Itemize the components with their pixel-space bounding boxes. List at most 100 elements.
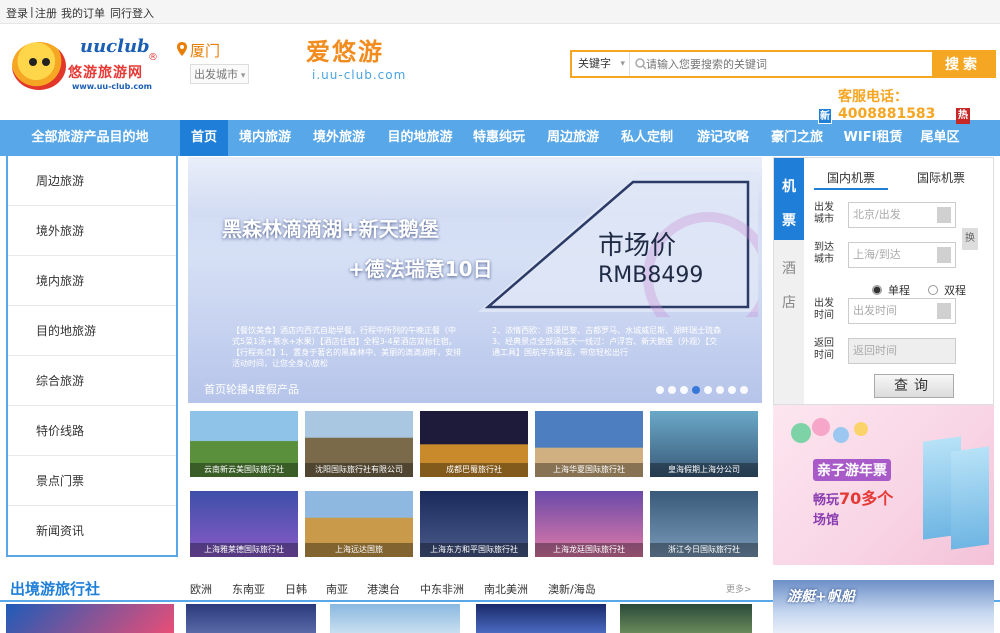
one-way-radio[interactable]: 单程: [872, 282, 910, 298]
carousel-dot[interactable]: [740, 386, 748, 394]
family-pass-ad[interactable]: 亲子游年票 畅玩70多个 场馆: [773, 405, 994, 565]
tab-international-flight[interactable]: 国际机票: [904, 166, 978, 190]
login-link[interactable]: 登录: [6, 5, 28, 21]
site-logo[interactable]: uuclub 悠游旅游网 ® www.uu-club.com: [12, 36, 160, 96]
calendar-icon[interactable]: [937, 303, 951, 319]
swap-cities-button[interactable]: 换: [962, 228, 978, 250]
agency-tile[interactable]: 上海东方和平国际旅行社: [420, 491, 528, 557]
tab-hotel-char-2: 店: [782, 295, 796, 311]
banner-price: RMB8499: [598, 263, 704, 288]
section-image[interactable]: [186, 604, 316, 633]
hot-badge: 热: [956, 108, 970, 124]
section-image[interactable]: [476, 604, 606, 633]
city-list-icon[interactable]: [937, 207, 951, 223]
flight-search-button[interactable]: 查询: [874, 374, 954, 398]
round-trip-radio[interactable]: 双程: [928, 282, 966, 298]
section-tab-middle-east-africa[interactable]: 中东非洲: [420, 581, 464, 597]
agency-tile[interactable]: 云南新云美国际旅行社: [190, 411, 298, 477]
carousel-dot[interactable]: [656, 386, 664, 394]
agency-tile[interactable]: 上海雅莱德国际旅行社: [190, 491, 298, 557]
search-bar: 关键字 ▾ 搜索: [570, 50, 996, 78]
carousel-dot[interactable]: [668, 386, 676, 394]
section-image[interactable]: [620, 604, 752, 633]
companion-login-link[interactable]: 同行登入: [110, 5, 154, 21]
booking-type-tabs: 机票 酒店: [774, 158, 804, 404]
agency-tile[interactable]: 浙江今日国际旅行社: [650, 491, 758, 557]
return-time-label: 返回时间: [814, 338, 834, 361]
carousel-dot[interactable]: [728, 386, 736, 394]
current-city[interactable]: 厦门: [190, 40, 220, 61]
header: uuclub 悠游旅游网 ® www.uu-club.com 厦门 出发城市 ▾…: [0, 24, 1000, 122]
carousel-dot-active[interactable]: [692, 386, 700, 394]
nav-item-custom[interactable]: 私人定制: [614, 120, 680, 156]
agency-tile[interactable]: 上海远达国旅: [305, 491, 413, 557]
tile-caption: 浙江今日国际旅行社: [650, 543, 758, 557]
one-way-label: 单程: [888, 284, 910, 297]
search-button[interactable]: 搜索: [932, 52, 994, 76]
section-tab-europe[interactable]: 欧洲: [190, 581, 212, 597]
section-tab-hk-macau-tw[interactable]: 港澳台: [367, 581, 400, 597]
search-type-select[interactable]: 关键字 ▾: [572, 52, 630, 76]
tile-caption: 上海华夏国际旅行社: [535, 463, 643, 477]
tab-flight[interactable]: 机票: [774, 158, 804, 240]
tile-caption: 皇海假期上海分公司: [650, 463, 758, 477]
sidebar-item-special-routes[interactable]: 特价线路: [8, 406, 176, 456]
nav-item-luxury[interactable]: 豪门之旅 新: [764, 108, 832, 156]
depart-time-label: 出发时间: [814, 298, 834, 321]
sidebar-item-outbound[interactable]: 境外旅游: [8, 206, 176, 256]
nav-item-nearby[interactable]: 周边旅游: [540, 120, 606, 156]
brand-url: i.uu-club.com: [312, 68, 407, 82]
section-tab-japan-korea[interactable]: 日韩: [285, 581, 307, 597]
section-more-link[interactable]: 更多>: [726, 582, 752, 595]
city-list-icon[interactable]: [937, 247, 951, 263]
nav-item-outbound[interactable]: 境外旅游: [306, 120, 372, 156]
nav-all-products[interactable]: 全部旅游产品目的地: [0, 120, 180, 156]
tab-hotel-char-1: 酒: [782, 261, 796, 277]
my-orders-link[interactable]: 我的订单: [61, 5, 105, 21]
sidebar-item-tickets[interactable]: 景点门票: [8, 456, 176, 506]
tile-caption: 沈阳国际旅行社有限公司: [305, 463, 413, 477]
agency-tile[interactable]: 上海龙廷国际旅行社: [535, 491, 643, 557]
nav-item-domestic[interactable]: 境内旅游: [232, 120, 298, 156]
agency-tile[interactable]: 皇海假期上海分公司: [650, 411, 758, 477]
sidebar-item-general[interactable]: 综合旅游: [8, 356, 176, 406]
radio-checked-icon: [872, 285, 882, 295]
section-tab-oceania-islands[interactable]: 澳新/海岛: [548, 581, 596, 597]
depart-time-input[interactable]: 出发时间: [848, 298, 956, 324]
sidebar-item-nearby[interactable]: 周边旅游: [8, 156, 176, 206]
yacht-ad[interactable]: 游艇+帆船: [773, 580, 994, 633]
nav-item-guides[interactable]: 游记攻略: [690, 120, 756, 156]
return-time-input[interactable]: 返回时间: [848, 338, 956, 364]
sidebar-item-domestic[interactable]: 境内旅游: [8, 256, 176, 306]
section-tab-south-asia[interactable]: 南亚: [326, 581, 348, 597]
carousel-dot[interactable]: [680, 386, 688, 394]
register-link[interactable]: 注册: [35, 5, 57, 21]
section-title: 出境游旅行社: [10, 580, 101, 598]
tab-hotel[interactable]: 酒店: [774, 240, 804, 322]
sidebar-item-news[interactable]: 新闻资讯: [8, 506, 176, 556]
section-image[interactable]: [330, 604, 460, 633]
banner-price-label: 市场价: [598, 231, 677, 261]
tab-domestic-flight[interactable]: 国内机票: [814, 166, 888, 190]
city-select[interactable]: 出发城市 ▾: [190, 64, 250, 84]
banner-description-left: 【餐饮美食】酒店内西式自助早餐，行程中所列的午晚正餐（中 式5菜1汤+茶水+水果…: [232, 326, 462, 368]
agency-tile[interactable]: 沈阳国际旅行社有限公司: [305, 411, 413, 477]
section-tab-southeast-asia[interactable]: 东南亚: [232, 581, 265, 597]
nav-item-home[interactable]: 首页: [180, 120, 228, 156]
topbar-separator: |: [30, 5, 34, 18]
carousel-dot[interactable]: [716, 386, 724, 394]
hero-banner[interactable]: 黑森林滴滴湖+新天鹅堡 +德法瑞意10日 市场价 RMB8499 【餐饮美食】酒…: [188, 157, 762, 403]
depart-city-input[interactable]: 北京/出发: [848, 202, 956, 228]
section-promo-image[interactable]: [6, 604, 174, 633]
section-tab-americas[interactable]: 南北美洲: [484, 581, 528, 597]
sidebar-item-destination[interactable]: 目的地旅游: [8, 306, 176, 356]
nav-item-tail[interactable]: 尾单区 热: [912, 108, 970, 156]
carousel-dot[interactable]: [704, 386, 712, 394]
agency-tile[interactable]: 上海华夏国际旅行社: [535, 411, 643, 477]
nav-item-wifi[interactable]: WIFI租赁: [840, 120, 906, 156]
nav-item-special[interactable]: 特惠纯玩: [466, 120, 532, 156]
nav-item-destination[interactable]: 目的地旅游: [380, 120, 460, 156]
arrive-city-input[interactable]: 上海/到达: [848, 242, 956, 268]
agency-tile[interactable]: 成都巴蜀旅行社: [420, 411, 528, 477]
search-input[interactable]: [646, 52, 926, 76]
